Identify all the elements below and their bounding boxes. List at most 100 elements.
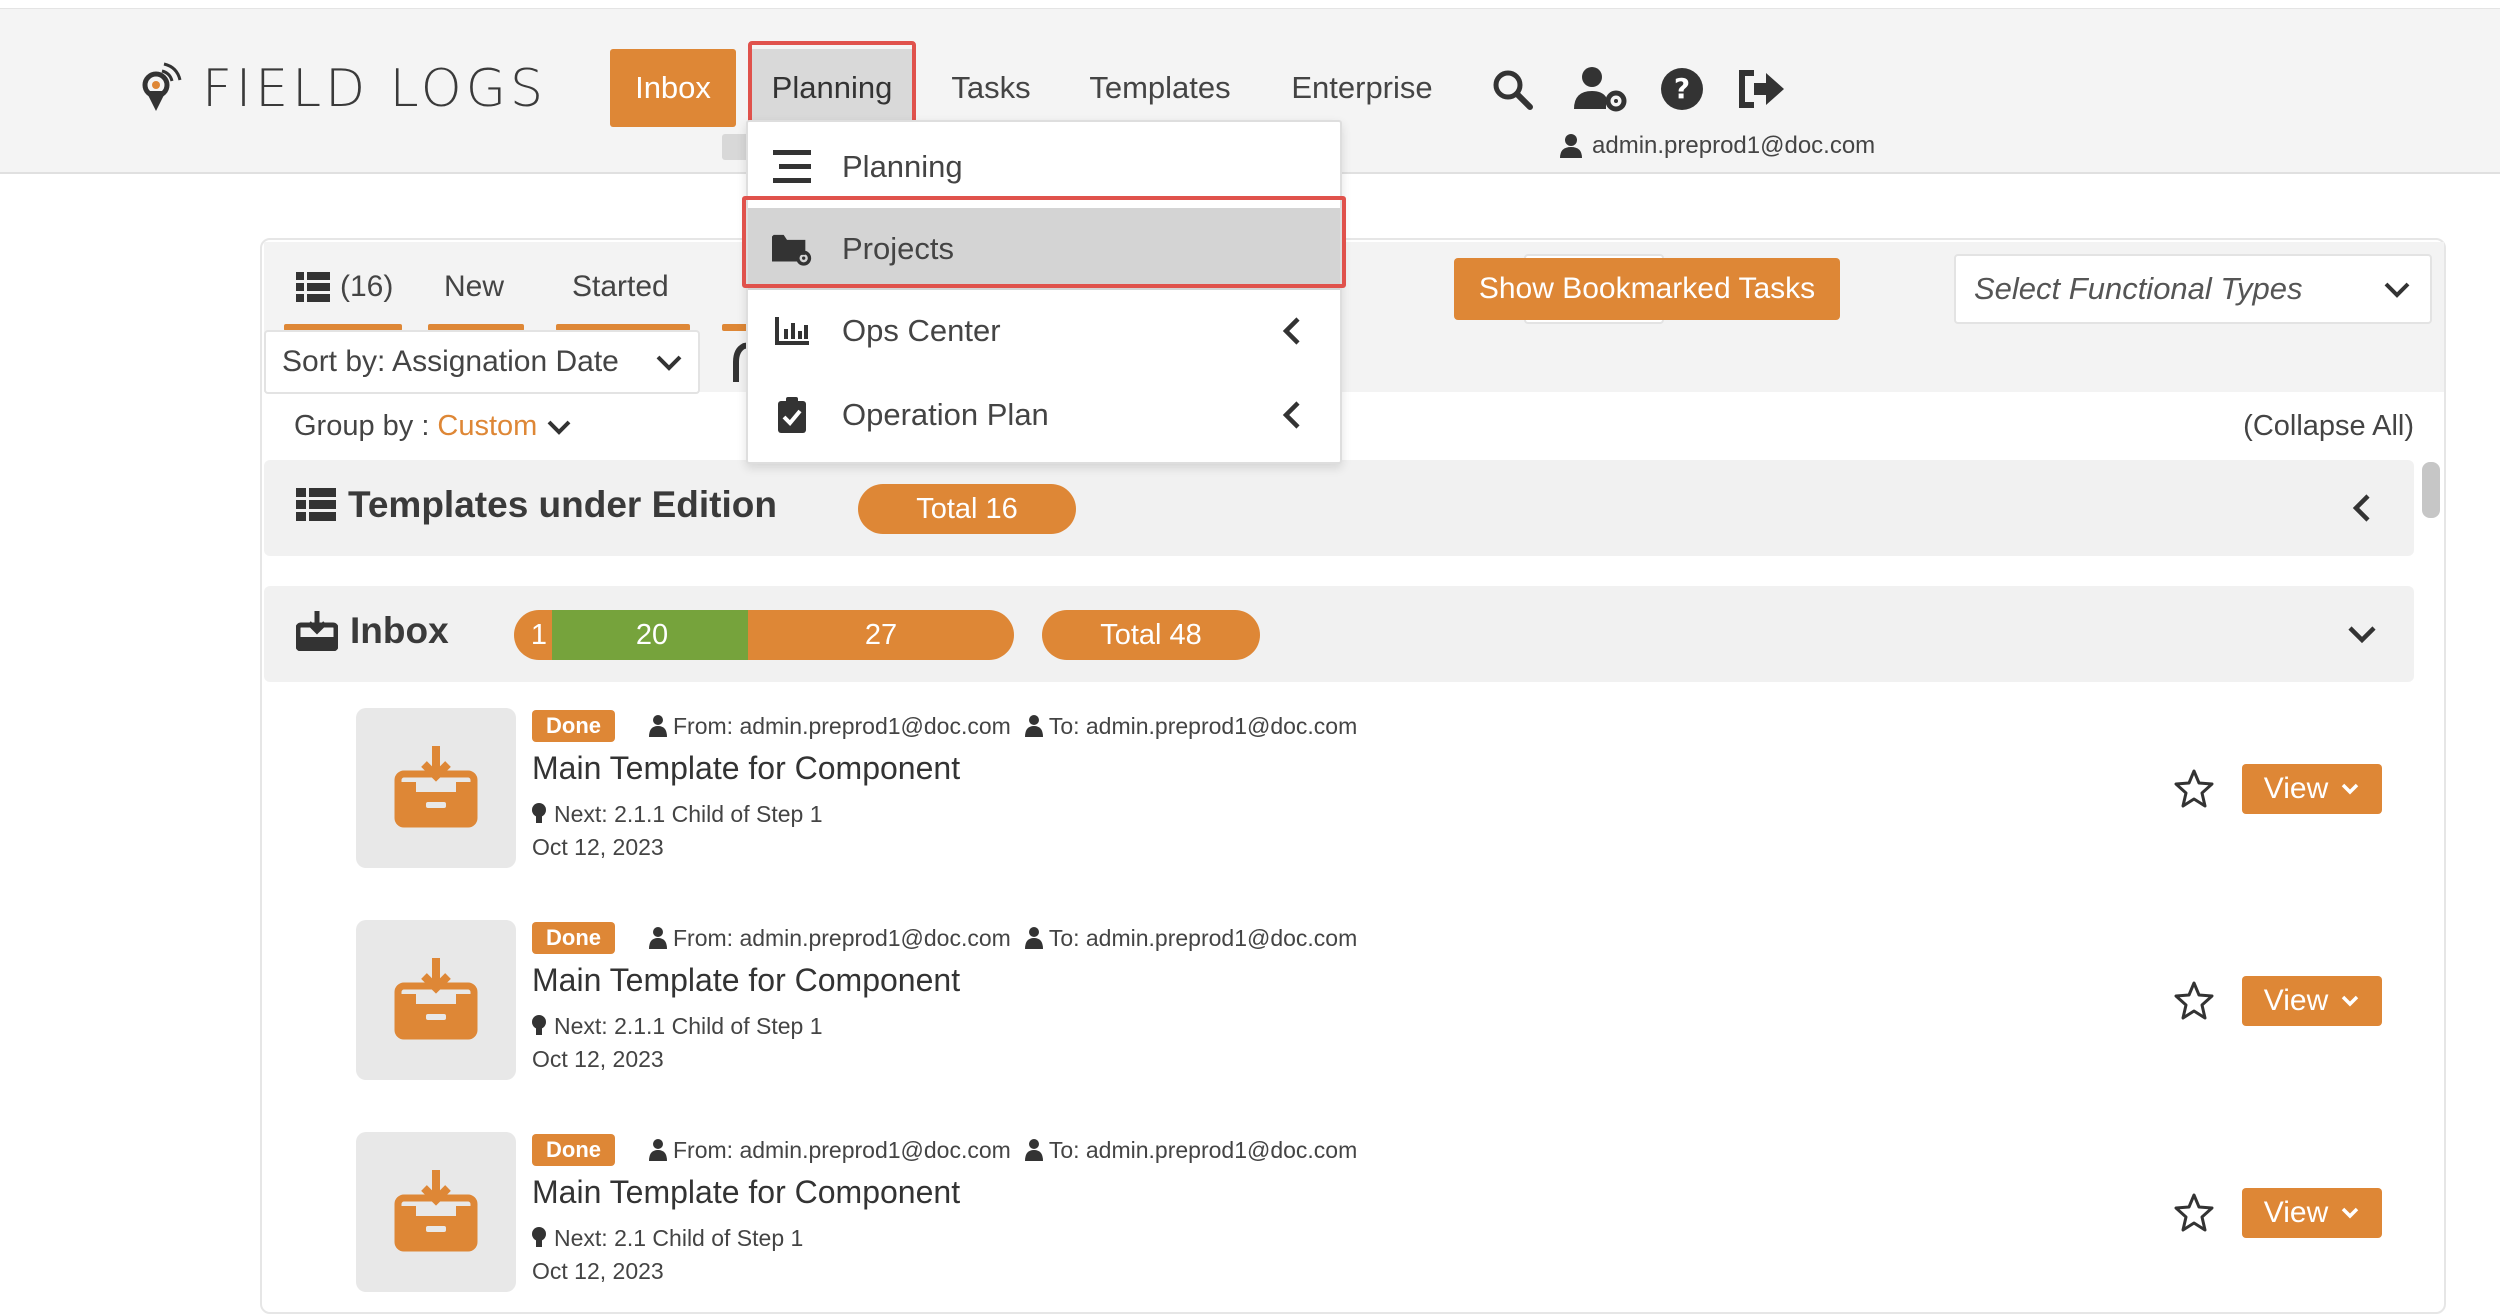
task-date: Oct 12, 2023	[532, 834, 664, 860]
filter-toolbar: (16) New Started Show Bookmarked Tasks S…	[264, 242, 2444, 394]
inbox-section-header[interactable]: Inbox 1 20 27 Total 48	[264, 586, 2414, 682]
task-from: From: admin.preprod1@doc.com	[649, 925, 1011, 952]
task-thumbnail[interactable]	[356, 708, 516, 868]
chevron-left-icon	[1282, 401, 1300, 429]
star-icon[interactable]	[2174, 768, 2214, 808]
group-by[interactable]: Group by : Custom	[294, 410, 573, 443]
view-button[interactable]: View	[2242, 1188, 2382, 1238]
chevron-down-icon	[656, 355, 682, 371]
menu-item-operation-plan[interactable]: Operation Plan	[748, 374, 1340, 456]
task-meta: Done From: admin.preprod1@doc.com To: ad…	[532, 708, 1357, 744]
tab-new[interactable]: New	[444, 262, 504, 312]
task-next-text: Next: 2.1.1 Child of Step 1	[554, 1012, 823, 1039]
view-button-label: View	[2263, 772, 2329, 805]
chevron-down-icon[interactable]	[2344, 616, 2380, 652]
task-to-text: To: admin.preprod1@doc.com	[1048, 712, 1358, 739]
menu-item-planning[interactable]: Planning	[748, 126, 1340, 208]
view-button-label: View	[2263, 984, 2329, 1017]
task-item: Done From: admin.preprod1@doc.com To: ad…	[356, 708, 2396, 878]
current-user: admin.preprod1@doc.com	[1560, 132, 1875, 160]
task-title[interactable]: Main Template for Component	[532, 1174, 1357, 1218]
user-icon	[1024, 927, 1043, 949]
task-next: Next: 2.1 Child of Step 1	[532, 1220, 1357, 1256]
task-from-text: From: admin.preprod1@doc.com	[673, 712, 1011, 739]
task-from: From: admin.preprod1@doc.com	[649, 713, 1011, 740]
logo[interactable]: FIELD LOGS	[140, 59, 547, 119]
user-icon	[649, 1139, 667, 1161]
nav-inbox[interactable]: Inbox	[610, 49, 736, 127]
user-email: admin.preprod1@doc.com	[1592, 132, 1876, 159]
menu-lines-icon	[772, 147, 812, 187]
templates-title: Templates under Edition	[348, 484, 777, 525]
view-button[interactable]: View	[2242, 976, 2382, 1026]
status-badge: Done	[532, 710, 615, 742]
task-thumbnail[interactable]	[356, 920, 516, 1080]
user-settings-icon[interactable]	[1572, 61, 1628, 117]
sort-label: Sort by: Assignation Date	[282, 345, 619, 378]
task-to: To: admin.preprod1@doc.com	[1024, 924, 1358, 952]
folder-gear-icon	[772, 229, 812, 269]
task-panel: (16) New Started Show Bookmarked Tasks S…	[260, 238, 2446, 1314]
task-item: Done From: admin.preprod1@doc.com To: ad…	[356, 1132, 2396, 1302]
menu-item-projects[interactable]: Projects	[748, 208, 1340, 290]
logout-icon[interactable]	[1734, 61, 1790, 117]
help-icon[interactable]: ?	[1654, 61, 1710, 117]
nav-templates[interactable]: Templates	[1078, 49, 1242, 127]
task-from: From: admin.preprod1@doc.com	[649, 1137, 1011, 1164]
status-badge: Done	[532, 1134, 615, 1166]
chevron-down-icon	[2341, 995, 2359, 1007]
inbox-download-icon	[394, 958, 478, 1040]
inbox-count-done[interactable]: 20	[552, 610, 752, 660]
task-body: Done From: admin.preprod1@doc.com To: ad…	[532, 1132, 1357, 1292]
nav-enterprise[interactable]: Enterprise	[1282, 49, 1442, 127]
star-icon[interactable]	[2174, 980, 2214, 1020]
chevron-left-icon[interactable]	[2344, 490, 2380, 526]
task-thumbnail[interactable]	[356, 1132, 516, 1292]
user-icon	[649, 927, 667, 949]
location-pin-icon	[142, 62, 182, 111]
task-meta: Done From: admin.preprod1@doc.com To: ad…	[532, 920, 1357, 956]
group-by-value[interactable]: Custom	[437, 410, 537, 443]
inbox-title: Inbox	[350, 610, 449, 651]
clipboard-check-icon	[772, 395, 812, 435]
list-icon	[296, 272, 330, 302]
inbox-download-icon	[394, 746, 478, 828]
lightbulb-icon	[532, 1015, 546, 1035]
view-button-label: View	[2263, 1196, 2329, 1229]
tab-all-label: (16)	[340, 270, 394, 303]
task-body: Done From: admin.preprod1@doc.com To: ad…	[532, 708, 1357, 868]
svg-text:?: ?	[1674, 72, 1690, 105]
task-title[interactable]: Main Template for Component	[532, 750, 1357, 794]
search-icon[interactable]	[1484, 61, 1540, 117]
collapse-all-link[interactable]: (Collapse All)	[2243, 410, 2414, 443]
templates-section-header[interactable]: Templates under Edition Total 16	[264, 460, 2414, 556]
tab-started[interactable]: Started	[572, 262, 669, 312]
task-from-text: From: admin.preprod1@doc.com	[673, 1136, 1011, 1163]
functional-types-placeholder: Select Functional Types	[1974, 271, 2303, 306]
inbox-count-pending[interactable]: 27	[748, 610, 1014, 660]
user-icon	[1024, 715, 1043, 737]
status-badge: Done	[532, 922, 615, 954]
sort-select[interactable]: Sort by: Assignation Date	[264, 330, 700, 394]
task-meta: Done From: admin.preprod1@doc.com To: ad…	[532, 1132, 1357, 1168]
nav-tasks[interactable]: Tasks	[936, 49, 1046, 127]
task-date: Oct 12, 2023	[532, 1046, 664, 1072]
task-title[interactable]: Main Template for Component	[532, 962, 1357, 1006]
nav-planning[interactable]: Planning	[750, 49, 914, 127]
functional-types-select[interactable]: Select Functional Types	[1954, 254, 2432, 324]
task-body: Done From: admin.preprod1@doc.com To: ad…	[532, 920, 1357, 1080]
task-to-text: To: admin.preprod1@doc.com	[1048, 924, 1358, 951]
menu-item-label: Planning	[842, 149, 963, 184]
section-title: Inbox	[296, 610, 449, 652]
task-next-text: Next: 2.1.1 Child of Step 1	[554, 800, 823, 827]
tab-all[interactable]: (16)	[296, 262, 393, 312]
show-bookmarked-button[interactable]: Show Bookmarked Tasks	[1454, 258, 1840, 320]
list-icon	[296, 488, 336, 521]
menu-item-ops-center[interactable]: Ops Center	[748, 290, 1340, 372]
view-button[interactable]: View	[2242, 764, 2382, 814]
brand-name: FIELD LOGS	[202, 59, 547, 119]
scrollbar-thumb[interactable]	[2422, 462, 2440, 518]
user-icon	[1024, 1139, 1043, 1161]
star-icon[interactable]	[2174, 1192, 2214, 1232]
inbox-total-badge: Total 48	[1042, 610, 1260, 660]
